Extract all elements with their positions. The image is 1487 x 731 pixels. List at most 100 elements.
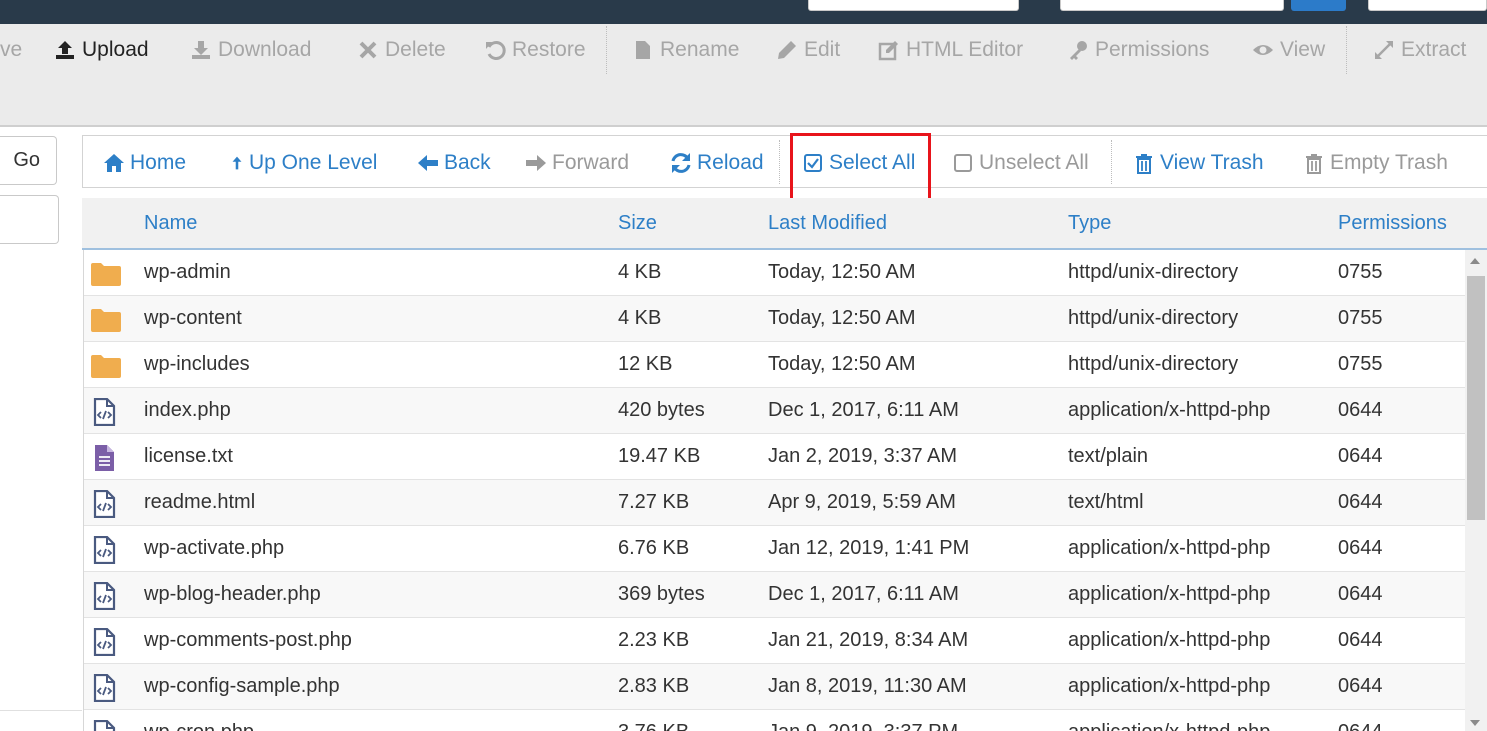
table-row[interactable]: wp-cron.php 3.76 KB Jan 9, 2019, 3:37 PM ap… (84, 710, 1465, 731)
scrollbar-thumb[interactable] (1467, 276, 1485, 520)
file-name[interactable]: wp-cron.php (144, 721, 254, 731)
file-type: application/x-httpd-php (1068, 537, 1271, 559)
column-header-size[interactable]: Size (618, 212, 657, 235)
code-file-icon (93, 674, 116, 702)
column-header-last-modified[interactable]: Last Modified (768, 212, 887, 235)
file-name[interactable]: readme.html (144, 491, 255, 514)
expand-icon (1375, 41, 1393, 59)
file-permissions[interactable]: 0644 (1338, 491, 1383, 514)
scroll-up-arrow-icon[interactable] (1470, 258, 1480, 264)
arrow-left-icon (418, 155, 438, 171)
file-name[interactable]: wp-blog-header.php (144, 583, 321, 606)
table-row[interactable]: wp-admin 4 KB Today, 12:50 AM httpd/unix-di… (84, 250, 1465, 296)
nav-home-button[interactable]: Home (103, 150, 186, 176)
toolbar-rename-button[interactable]: Rename (632, 38, 739, 62)
top-path-input[interactable] (1060, 0, 1284, 11)
top-search-input[interactable] (808, 0, 1019, 11)
file-permissions[interactable]: 0644 (1338, 721, 1383, 731)
nav-empty-trash-button[interactable]: Empty Trash (1303, 150, 1448, 176)
toolbar-view-button[interactable]: View (1252, 38, 1325, 62)
file-last-modified: Dec 1, 2017, 6:11 AM (768, 399, 959, 421)
table-row[interactable]: wp-content 4 KB Today, 12:50 AM httpd/unix-… (84, 296, 1465, 342)
file-permissions[interactable]: 0644 (1338, 629, 1383, 652)
toolbar-save-button[interactable]: ve (0, 38, 22, 62)
file-permissions[interactable]: 0644 (1338, 583, 1383, 606)
table-row[interactable]: wp-activate.php 6.76 KB Jan 12, 2019, 1:41… (84, 526, 1465, 572)
nav-home-label: Home (130, 151, 187, 174)
toolbar-download-button[interactable]: Download (190, 38, 311, 62)
file-last-modified: Today, 12:50 AM (768, 261, 916, 283)
nav-up-one-level-button[interactable]: Up One Level (230, 150, 377, 176)
code-file-icon (93, 628, 116, 656)
file-permissions[interactable]: 0755 (1338, 261, 1383, 284)
column-header-name[interactable]: Name (144, 212, 197, 235)
file-name[interactable]: wp-includes (144, 353, 250, 376)
toolbar-delete-label: Delete (385, 38, 446, 61)
file-size: 420 bytes (618, 399, 705, 421)
code-file-icon (93, 398, 116, 426)
file-type: application/x-httpd-php (1068, 675, 1271, 697)
nav-back-button[interactable]: Back (417, 150, 491, 176)
top-go-button[interactable] (1291, 0, 1346, 11)
toolbar-extract-button[interactable]: Extract (1373, 38, 1466, 62)
nav-divider (779, 140, 780, 184)
file-permissions[interactable]: 0755 (1338, 353, 1383, 376)
file-name[interactable]: wp-admin (144, 261, 231, 284)
arrow-right-icon (526, 155, 546, 171)
toolbar-permissions-button[interactable]: Permissions (1067, 38, 1209, 62)
file-permissions[interactable]: 0644 (1338, 399, 1383, 422)
file-permissions[interactable]: 0755 (1338, 307, 1383, 330)
file-last-modified: Dec 1, 2017, 6:11 AM (768, 583, 959, 605)
file-name[interactable]: index.php (144, 399, 231, 422)
nav-view-trash-button[interactable]: View Trash (1133, 150, 1264, 176)
text-file-icon (95, 445, 114, 471)
nav-reload-label: Reload (697, 151, 764, 174)
toolbar-divider (1346, 26, 1347, 74)
eye-icon (1253, 45, 1273, 55)
go-button-label: Go (13, 149, 40, 171)
table-row[interactable]: license.txt 19.47 KB Jan 2, 2019, 3:37 AM t… (84, 434, 1465, 480)
table-row[interactable]: wp-includes 12 KB Today, 12:50 AM httpd/uni… (84, 342, 1465, 388)
nav-reload-button[interactable]: Reload (670, 150, 764, 176)
toolbar-upload-button[interactable]: Upload (54, 38, 149, 62)
nav-forward-button[interactable]: Forward (525, 150, 629, 176)
file-type: application/x-httpd-php (1068, 583, 1271, 605)
file-name[interactable]: wp-comments-post.php (144, 629, 352, 652)
file-name[interactable]: wp-config-sample.php (144, 675, 340, 698)
pencil-icon (778, 41, 796, 59)
nav-select-all-button[interactable]: Select All (802, 150, 915, 176)
file-type: httpd/unix-directory (1068, 261, 1239, 283)
table-row[interactable]: wp-comments-post.php 2.23 KB Jan 21, 2019,… (84, 618, 1465, 664)
column-header-permissions[interactable]: Permissions (1338, 212, 1447, 235)
toolbar-html-editor-label: HTML Editor (906, 38, 1024, 61)
go-button[interactable]: Go (0, 136, 57, 185)
scroll-down-arrow-icon[interactable] (1470, 720, 1480, 726)
top-settings-input[interactable] (1368, 0, 1487, 11)
toolbar-delete-button[interactable]: Delete (357, 38, 446, 62)
file-name[interactable]: license.txt (144, 445, 233, 468)
table-row[interactable]: wp-config-sample.php 2.83 KB Jan 8, 2019, … (84, 664, 1465, 710)
file-permissions[interactable]: 0644 (1338, 537, 1383, 560)
table-row[interactable]: index.php 420 bytes Dec 1, 2017, 6:11 AM ap… (84, 388, 1465, 434)
nav-unselect-all-button[interactable]: Unselect All (952, 150, 1089, 176)
file-size: 2.23 KB (618, 629, 690, 651)
column-header-type[interactable]: Type (1068, 212, 1111, 235)
toolbar-edit-button[interactable]: Edit (776, 38, 840, 62)
file-last-modified: Jan 9, 2019, 3:37 PM (768, 721, 958, 731)
toolbar-restore-button[interactable]: Restore (484, 38, 586, 62)
toolbar-divider (606, 26, 607, 74)
file-name[interactable]: wp-content (144, 307, 242, 330)
toolbar-html-editor-button[interactable]: HTML Editor (878, 38, 1023, 62)
path-input[interactable] (0, 195, 59, 244)
vertical-scrollbar[interactable] (1465, 250, 1487, 731)
file-permissions[interactable]: 0644 (1338, 675, 1383, 698)
table-row[interactable]: readme.html 7.27 KB Apr 9, 2019, 5:59 AM te… (84, 480, 1465, 526)
table-row[interactable]: wp-blog-header.php 369 bytes Dec 1, 2017, … (84, 572, 1465, 618)
file-name[interactable]: wp-activate.php (144, 537, 284, 560)
rename-icon (636, 41, 650, 59)
reload-icon (671, 153, 691, 173)
folder-icon (91, 309, 121, 332)
toolbar-view-label: View (1280, 38, 1326, 61)
toolbar-restore-label: Restore (512, 38, 586, 61)
file-permissions[interactable]: 0644 (1338, 445, 1383, 468)
